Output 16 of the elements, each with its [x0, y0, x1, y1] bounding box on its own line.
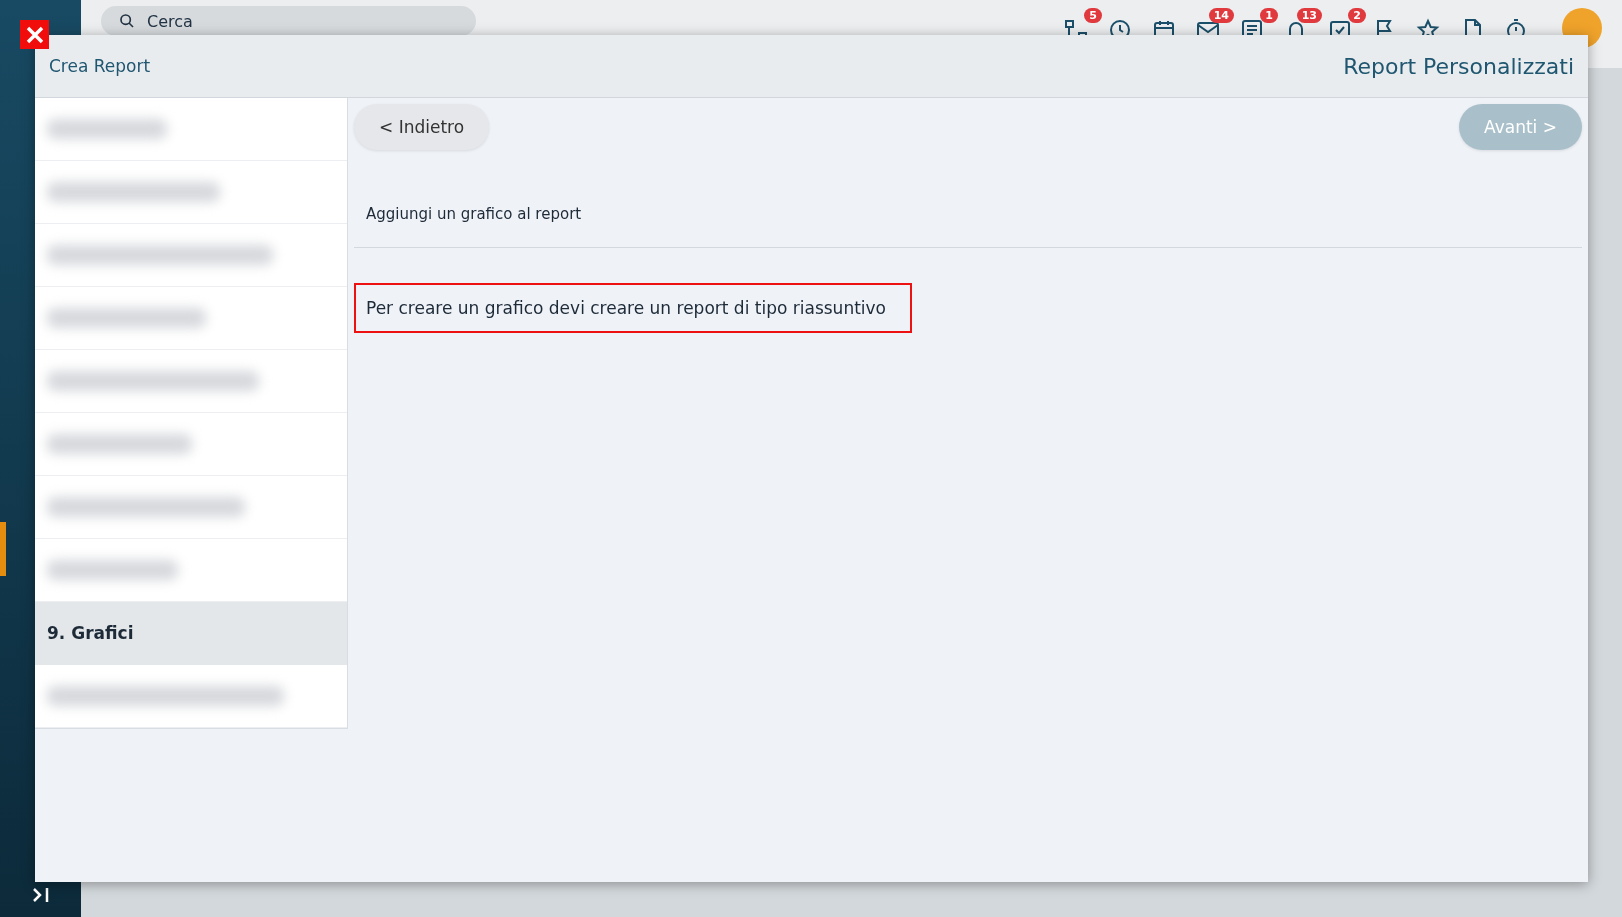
notification-badge: 2: [1348, 8, 1366, 23]
notification-badge: 1: [1260, 8, 1278, 23]
close-icon[interactable]: [20, 20, 49, 49]
notification-badge: 14: [1208, 8, 1234, 23]
search-icon: [119, 13, 135, 29]
back-button[interactable]: < Indietro: [354, 104, 490, 150]
collapse-sidebar-icon[interactable]: [31, 887, 50, 903]
section-title: Report Personalizzati: [1343, 53, 1574, 79]
modal-title: Crea Report: [49, 56, 151, 76]
step-item[interactable]: 9. Grafici: [35, 602, 347, 665]
notice-message: Per creare un grafico devi creare un report di tipo riassuntivo: [354, 283, 912, 333]
search-field[interactable]: Cerca: [101, 6, 476, 36]
active-nav-indicator: [0, 522, 6, 576]
notification-badge: 5: [1084, 8, 1102, 23]
step-heading: Aggiungi un grafico al report: [366, 205, 583, 223]
notification-badge: 13: [1296, 8, 1322, 23]
